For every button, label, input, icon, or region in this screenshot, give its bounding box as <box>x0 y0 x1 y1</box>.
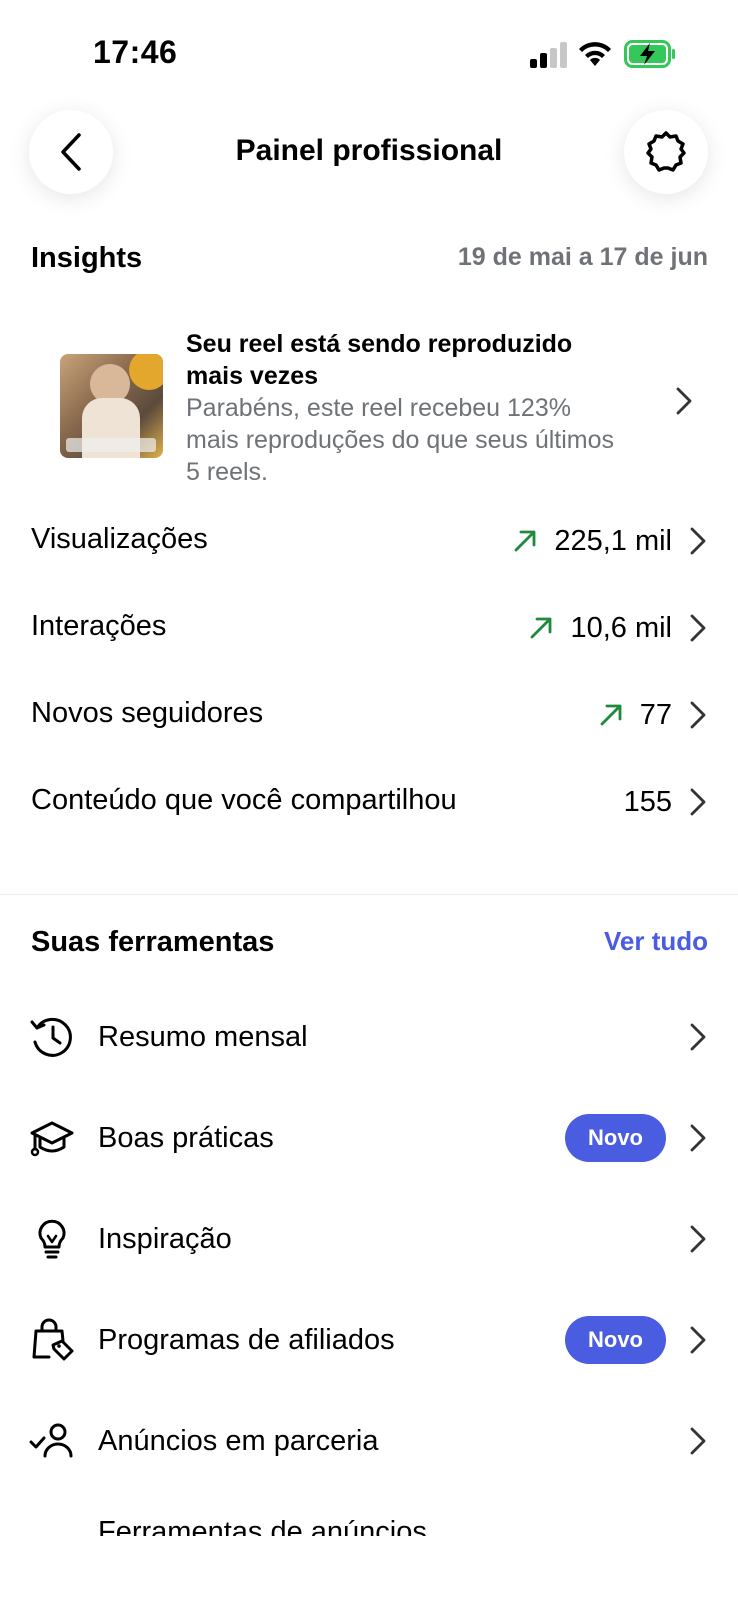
reel-thumbnail <box>60 354 163 458</box>
metric-label: Conteúdo que você compartilhou <box>31 784 457 816</box>
metric-value: 10,6 mil <box>570 611 672 644</box>
cellular-signal-icon <box>530 42 567 68</box>
section-divider <box>0 894 738 895</box>
chevron-right-icon <box>690 614 706 642</box>
tools-title: Suas ferramentas <box>31 926 275 958</box>
metric-row-interactions[interactable]: Interações 10,6 mil <box>31 598 708 658</box>
trend-up-icon <box>514 530 536 552</box>
status-bar: 17:46 <box>0 0 738 100</box>
tool-label: Inspiração <box>98 1223 232 1255</box>
metric-row-new-followers[interactable]: Novos seguidores 77 <box>31 685 708 745</box>
reel-card-title: Seu reel está sendo reproduzido mais vez… <box>186 330 573 390</box>
header: Painel profissional <box>0 110 738 194</box>
tool-row-monthly-summary[interactable]: Resumo mensal <box>29 1007 708 1067</box>
chevron-right-icon <box>690 701 706 729</box>
metric-label: Novos seguidores <box>31 697 264 729</box>
tool-row-affiliate-programs[interactable]: Programas de afiliados Novo <box>29 1310 708 1370</box>
reel-card-description: Parabéns, este reel recebeu 123% mais re… <box>186 394 615 486</box>
person-check-icon <box>29 1423 73 1458</box>
insights-header: Insights 19 de mai a 17 de jun <box>31 240 708 280</box>
chevron-right-icon <box>690 1427 706 1455</box>
tool-row-best-practices[interactable]: Boas práticas Novo <box>29 1108 708 1168</box>
new-badge: Novo <box>565 1114 666 1162</box>
battery-charging-icon <box>624 40 675 68</box>
history-icon <box>30 1017 72 1057</box>
metric-row-content-shared[interactable]: Conteúdo que você compartilhou 155 <box>31 772 708 832</box>
chevron-right-icon <box>690 788 706 816</box>
tool-label: Anúncios em parceria <box>98 1425 379 1457</box>
tool-row-inspiration[interactable]: Inspiração <box>29 1209 708 1269</box>
metric-label: Visualizações <box>31 523 208 555</box>
metric-row-views[interactable]: Visualizações 225,1 mil <box>31 511 708 571</box>
tool-label: Resumo mensal <box>98 1021 308 1053</box>
wifi-icon <box>579 42 611 66</box>
status-time: 17:46 <box>93 34 178 70</box>
tools-header: Suas ferramentas Ver tudo <box>31 922 708 966</box>
metric-value: 77 <box>639 698 672 731</box>
tool-label: Programas de afiliados <box>98 1324 395 1356</box>
bottom-cutoff <box>0 1536 738 1600</box>
tool-label: Boas práticas <box>98 1122 274 1154</box>
chevron-right-icon <box>676 387 692 415</box>
settings-button[interactable] <box>624 110 708 194</box>
metric-value: 225,1 mil <box>554 524 672 557</box>
chevron-right-icon <box>690 1326 706 1354</box>
chevron-right-icon <box>690 1124 706 1152</box>
chevron-right-icon <box>690 1023 706 1051</box>
lightbulb-icon <box>38 1219 66 1259</box>
chevron-right-icon <box>690 527 706 555</box>
tool-row-partnership-ads[interactable]: Anúncios em parceria <box>29 1411 708 1471</box>
metric-label: Interações <box>31 610 167 642</box>
reel-insight-card[interactable]: Seu reel está sendo reproduzido mais vez… <box>31 328 708 488</box>
trend-up-icon <box>531 617 552 639</box>
trend-up-icon <box>600 704 622 726</box>
date-range[interactable]: 19 de mai a 17 de jun <box>458 243 708 272</box>
shopping-bag-tag-icon <box>32 1318 74 1361</box>
see-all-link[interactable]: Ver tudo <box>604 926 708 957</box>
insights-title: Insights <box>31 242 143 274</box>
chevron-right-icon <box>690 1225 706 1253</box>
graduation-cap-icon <box>30 1121 74 1157</box>
new-badge: Novo <box>565 1316 666 1364</box>
gear-icon <box>646 131 686 172</box>
metric-value: 155 <box>623 785 672 818</box>
